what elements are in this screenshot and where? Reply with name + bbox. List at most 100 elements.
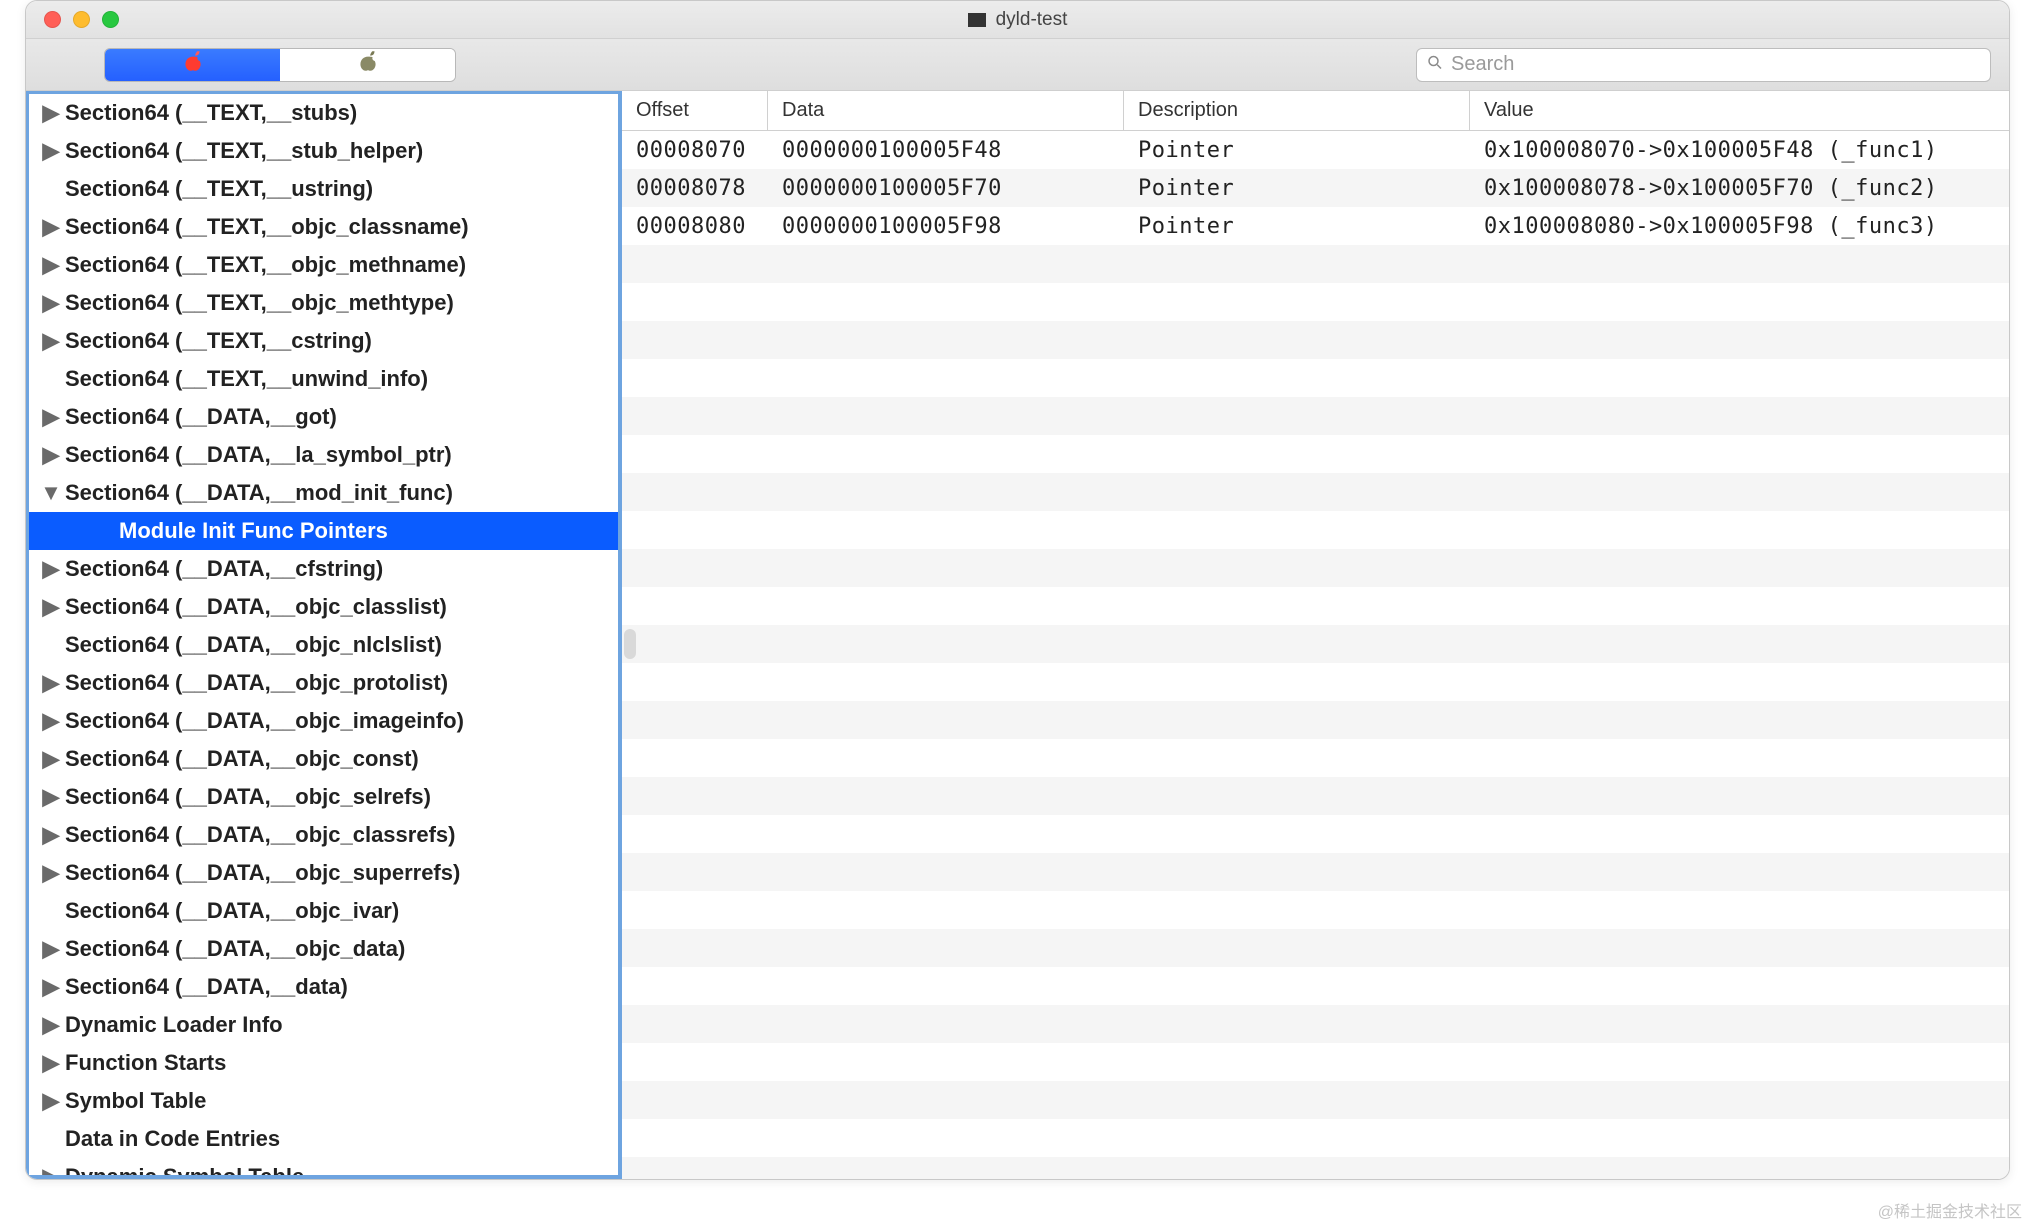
tree-item[interactable]: ▶Section64 (__DATA,__objc_superrefs) — [29, 854, 618, 892]
tree-item[interactable]: ▶Section64 (__DATA,__objc_classrefs) — [29, 816, 618, 854]
disclosure-right-icon[interactable]: ▶ — [39, 140, 63, 162]
cell-offset: 00008080 — [622, 214, 768, 239]
disclosure-right-icon[interactable]: ▶ — [39, 672, 63, 694]
tree-item[interactable]: ▶Section64 (__TEXT,__unwind_info) — [29, 360, 618, 398]
tree-item[interactable]: ▶Dynamic Symbol Table — [29, 1158, 618, 1179]
tree-item[interactable]: ▶Section64 (__TEXT,__objc_methtype) — [29, 284, 618, 322]
tree-item[interactable]: ▶Section64 (__DATA,__objc_ivar) — [29, 892, 618, 930]
tree-item[interactable]: ▶Section64 (__TEXT,__ustring) — [29, 170, 618, 208]
table-row-empty — [622, 359, 2009, 397]
table-row-empty — [622, 587, 2009, 625]
disclosure-right-icon[interactable]: ▶ — [39, 786, 63, 808]
disclosure-right-icon[interactable]: ▶ — [39, 938, 63, 960]
tree-item[interactable]: ▶Function Starts — [29, 1044, 618, 1082]
table-row-empty — [622, 929, 2009, 967]
tree-item-label: Section64 (__TEXT,__unwind_info) — [63, 368, 428, 390]
disclosure-right-icon[interactable]: ▶ — [39, 976, 63, 998]
tree-item[interactable]: ▶Symbol Table — [29, 1082, 618, 1120]
close-icon[interactable] — [44, 11, 61, 28]
tree-item[interactable]: ▶Section64 (__DATA,__data) — [29, 968, 618, 1006]
table-row-empty — [622, 473, 2009, 511]
disclosure-right-icon[interactable]: ▶ — [39, 330, 63, 352]
disclosure-right-icon[interactable]: ▶ — [39, 1014, 63, 1036]
disclosure-right-icon[interactable]: ▶ — [39, 1166, 63, 1179]
toolbar — [26, 39, 2009, 91]
disclosure-right-icon[interactable]: ▶ — [39, 748, 63, 770]
cell-value: 0x100008080->0x100005F98 (_func3) — [1470, 214, 2009, 239]
sidebar[interactable]: ▶Section64 (__TEXT,__stubs)▶Section64 (_… — [26, 91, 622, 1179]
apple-color-icon — [180, 48, 206, 81]
col-header-value[interactable]: Value — [1470, 91, 2009, 130]
disclosure-right-icon[interactable]: ▶ — [39, 216, 63, 238]
tree-item-label: Section64 (__DATA,__objc_data) — [63, 938, 405, 960]
table-row-empty — [622, 777, 2009, 815]
tree-child-item[interactable]: ▶Module Init Func Pointers — [29, 512, 618, 550]
tree-item[interactable]: ▶Section64 (__TEXT,__objc_methname) — [29, 246, 618, 284]
col-header-offset[interactable]: Offset — [622, 91, 768, 130]
table-row[interactable]: 000080800000000100005F98Pointer0x1000080… — [622, 207, 2009, 245]
disclosure-right-icon[interactable]: ▶ — [39, 102, 63, 124]
minimize-icon[interactable] — [73, 11, 90, 28]
col-header-data[interactable]: Data — [768, 91, 1124, 130]
table-row-empty — [622, 663, 2009, 701]
tree-item[interactable]: ▶Section64 (__DATA,__objc_const) — [29, 740, 618, 778]
window-title: dyld-test — [26, 9, 2009, 31]
disclosure-right-icon[interactable]: ▶ — [39, 254, 63, 276]
window-title-text: dyld-test — [996, 9, 1068, 31]
disclosure-right-icon[interactable]: ▶ — [39, 710, 63, 732]
tree-item-label: Section64 (__DATA,__objc_protolist) — [63, 672, 448, 694]
tree-item[interactable]: ▶Section64 (__DATA,__objc_nlclslist) — [29, 626, 618, 664]
apple-mono-icon — [355, 48, 381, 81]
split-drag-handle[interactable] — [624, 629, 636, 659]
table-row-empty — [622, 511, 2009, 549]
body-split: ▶Section64 (__TEXT,__stubs)▶Section64 (_… — [26, 91, 2009, 1179]
search-field-wrap — [1416, 48, 1991, 82]
tree-item[interactable]: ▶Section64 (__TEXT,__cstring) — [29, 322, 618, 360]
table-row-empty — [622, 1005, 2009, 1043]
tree-item-label: Section64 (__TEXT,__ustring) — [63, 178, 373, 200]
tree-item[interactable]: ▶Data in Code Entries — [29, 1120, 618, 1158]
col-header-description[interactable]: Description — [1124, 91, 1470, 130]
disclosure-right-icon[interactable]: ▶ — [39, 444, 63, 466]
disclosure-right-icon[interactable]: ▶ — [39, 406, 63, 428]
tree-item-label: Section64 (__DATA,__objc_ivar) — [63, 900, 399, 922]
disclosure-down-icon[interactable]: ▼ — [39, 482, 63, 504]
tree-item[interactable]: ▶Section64 (__DATA,__objc_protolist) — [29, 664, 618, 702]
tree-item[interactable]: ▶Section64 (__DATA,__la_symbol_ptr) — [29, 436, 618, 474]
table-row-empty — [622, 701, 2009, 739]
disclosure-right-icon[interactable]: ▶ — [39, 558, 63, 580]
table-row-empty — [622, 1081, 2009, 1119]
disclosure-right-icon[interactable]: ▶ — [39, 1090, 63, 1112]
cell-description: Pointer — [1124, 214, 1470, 239]
tree-item[interactable]: ▶Section64 (__TEXT,__stubs) — [29, 94, 618, 132]
tree-item[interactable]: ▶Section64 (__TEXT,__stub_helper) — [29, 132, 618, 170]
tree-item-label: Section64 (__DATA,__got) — [63, 406, 337, 428]
tree-item[interactable]: ▶Section64 (__TEXT,__objc_classname) — [29, 208, 618, 246]
cell-data: 0000000100005F98 — [768, 214, 1124, 239]
table-row[interactable]: 000080700000000100005F48Pointer0x1000080… — [622, 131, 2009, 169]
zoom-icon[interactable] — [102, 11, 119, 28]
table-row[interactable]: 000080780000000100005F70Pointer0x1000080… — [622, 169, 2009, 207]
disclosure-right-icon[interactable]: ▶ — [39, 1052, 63, 1074]
tree-item-label: Data in Code Entries — [63, 1128, 280, 1150]
cell-data: 0000000100005F48 — [768, 138, 1124, 163]
table-row-empty — [622, 853, 2009, 891]
tree-item[interactable]: ▶Section64 (__DATA,__got) — [29, 398, 618, 436]
disclosure-right-icon[interactable]: ▶ — [39, 596, 63, 618]
view-mode-left[interactable] — [105, 49, 280, 81]
tree-item[interactable]: ▶Section64 (__DATA,__objc_imageinfo) — [29, 702, 618, 740]
table-row-empty — [622, 1119, 2009, 1157]
disclosure-right-icon[interactable]: ▶ — [39, 292, 63, 314]
tree-item[interactable]: ▼Section64 (__DATA,__mod_init_func) — [29, 474, 618, 512]
tree-item[interactable]: ▶Section64 (__DATA,__objc_classlist) — [29, 588, 618, 626]
tree-item-label: Section64 (__DATA,__objc_imageinfo) — [63, 710, 464, 732]
tree-item[interactable]: ▶Dynamic Loader Info — [29, 1006, 618, 1044]
search-input[interactable] — [1416, 48, 1991, 82]
tree-item[interactable]: ▶Section64 (__DATA,__cfstring) — [29, 550, 618, 588]
tree-item-label: Section64 (__DATA,__data) — [63, 976, 348, 998]
tree-item[interactable]: ▶Section64 (__DATA,__objc_data) — [29, 930, 618, 968]
disclosure-right-icon[interactable]: ▶ — [39, 824, 63, 846]
view-mode-right[interactable] — [280, 49, 455, 81]
tree-item[interactable]: ▶Section64 (__DATA,__objc_selrefs) — [29, 778, 618, 816]
disclosure-right-icon[interactable]: ▶ — [39, 862, 63, 884]
